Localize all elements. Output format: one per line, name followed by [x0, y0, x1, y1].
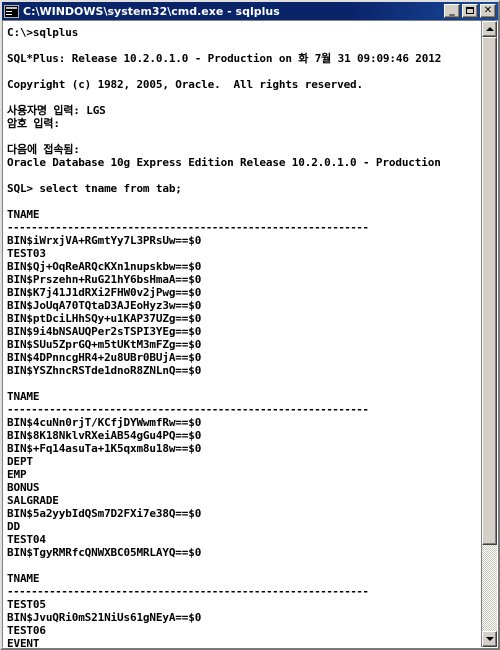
close-icon: ✕: [483, 5, 493, 16]
maximize-icon: [463, 5, 477, 17]
client-area: C:\>sqlplus SQL*Plus: Release 10.2.0.1.0…: [2, 20, 498, 648]
console-line: TNAME: [7, 390, 40, 403]
console-line: TEST04: [7, 533, 46, 546]
console-line: DD: [7, 520, 20, 533]
console-line: ----------------------------------------…: [7, 221, 369, 234]
console-line: 암호 입력:: [7, 117, 60, 130]
console-line: BIN$K7j41J1dRXi2FHW0v2jPwg==$0: [7, 286, 202, 299]
console-line: SALGRADE: [7, 494, 59, 507]
vertical-scrollbar[interactable]: [481, 21, 497, 647]
console-line: TEST05: [7, 598, 46, 611]
console-line: BIN$+Fq14asuTa+1K5qxm8u18w==$0: [7, 442, 202, 455]
close-button[interactable]: ✕: [480, 4, 496, 18]
console-output[interactable]: C:\>sqlplus SQL*Plus: Release 10.2.0.1.0…: [3, 21, 481, 647]
console-line: SQL*Plus: Release 10.2.0.1.0 - Productio…: [7, 52, 442, 65]
scrollbar-thumb[interactable]: [482, 37, 497, 545]
chevron-down-icon: [485, 637, 494, 641]
title-bar[interactable]: C:\WINDOWS\system32\cmd.exe - sqlplus _ …: [2, 2, 498, 20]
console-line: BIN$Prszehn+RuG21hY6bsHmaA==$0: [7, 273, 202, 286]
console-line: BIN$TgyRMRfcQNWXBC05MRLAYQ==$0: [7, 546, 202, 559]
minimize-icon: _: [449, 3, 455, 16]
console-line: BIN$ptDciLHhSQy+u1KAP37UZg==$0: [7, 312, 202, 325]
console-line: C:\>sqlplus: [7, 26, 79, 39]
console-line: SQL> select tname from tab;: [7, 182, 182, 195]
console-line: ----------------------------------------…: [7, 585, 369, 598]
console-line: BIN$YSZhncRSTde1dnoR8ZNLnQ==$0: [7, 364, 202, 377]
console-line: BIN$JvuQRi0mS21NiUs61gNEyA==$0: [7, 611, 202, 624]
chevron-up-icon: [485, 27, 494, 31]
console-line: BIN$5a2yybIdQSm7D2FXi7e38Q==$0: [7, 507, 202, 520]
console-line: TNAME: [7, 208, 40, 221]
scrollbar-track[interactable]: [482, 37, 497, 631]
window-controls: _ ✕: [444, 4, 497, 18]
console-line: BIN$8K18NklvRXeiAB54gGu4PQ==$0: [7, 429, 202, 442]
console-line: EMP: [7, 468, 27, 481]
console-line: TEST03: [7, 247, 46, 260]
console-line: EVENT: [7, 637, 40, 647]
scroll-up-button[interactable]: [482, 21, 497, 37]
minimize-button[interactable]: _: [444, 4, 460, 18]
console-line: BIN$JoUqA70TQtaD3AJEoHyz3w==$0: [7, 299, 202, 312]
console-line: BIN$iWrxjVA+RGmtYy7L3PRsUw==$0: [7, 234, 202, 247]
console-line: 사용자명 입력: LGS: [7, 104, 106, 117]
console-line: BIN$4DPnncgHR4+2u8UBr0BUjA==$0: [7, 351, 202, 364]
console-line: Oracle Database 10g Express Edition Rele…: [7, 156, 441, 169]
console-line: TNAME: [7, 572, 40, 585]
console-line: Copyright (c) 1982, 2005, Oracle. All ri…: [7, 78, 363, 91]
console-line: BIN$9i4bNSAUQPer2sTSPI3YEg==$0: [7, 325, 202, 338]
console-line: TEST06: [7, 624, 46, 637]
scroll-down-button[interactable]: [482, 631, 497, 647]
console-icon: [4, 4, 19, 18]
console-window: C:\WINDOWS\system32\cmd.exe - sqlplus _ …: [0, 0, 500, 650]
console-line: BIN$Qj+OqReARQcKXn1nupskbw==$0: [7, 260, 202, 273]
console-line: BONUS: [7, 481, 40, 494]
console-line: 다음에 접속됨:: [7, 143, 80, 156]
console-line: ----------------------------------------…: [7, 403, 369, 416]
console-line: DEPT: [7, 455, 33, 468]
maximize-button[interactable]: [462, 4, 478, 18]
window-title: C:\WINDOWS\system32\cmd.exe - sqlplus: [23, 4, 280, 18]
console-line: BIN$SUu5ZprGQ+m5tUKtM3mFZg==$0: [7, 338, 202, 351]
console-line: BIN$4cuNn0rjT/KCfjDYWwmfRw==$0: [7, 416, 202, 429]
